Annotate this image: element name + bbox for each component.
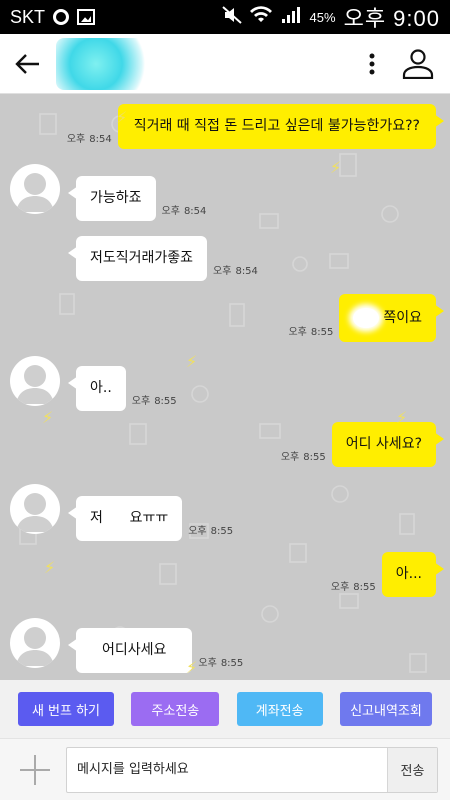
report-history-button[interactable]: 신고내역조회 bbox=[339, 692, 432, 726]
composer: 전송 bbox=[0, 738, 450, 800]
message-bubble: 저 요ㅠㅠ bbox=[67, 496, 183, 541]
message-outgoing[interactable]: 오후 8:55 아... bbox=[325, 552, 445, 597]
message-bubble: 저도직거래가좋죠 bbox=[67, 236, 208, 281]
message-incoming[interactable]: 저도직거래가좋죠 오후 8:54 bbox=[67, 236, 264, 281]
new-bunp-button[interactable]: 새 번프 하기 bbox=[18, 692, 114, 726]
bolt-icon: ⚡ bbox=[42, 408, 54, 427]
default-avatar-icon bbox=[16, 493, 54, 532]
message-input-wrapper: 전송 bbox=[66, 746, 438, 793]
message-time: 오후 8:55 bbox=[280, 451, 326, 463]
message-bubble: 쪽이요 bbox=[339, 294, 444, 342]
back-button[interactable] bbox=[0, 34, 56, 94]
battery-percent: 45% bbox=[309, 9, 336, 25]
bolt-icon: ⚡ bbox=[186, 658, 198, 677]
message-time: 오후 8:54 bbox=[66, 133, 112, 145]
default-avatar-icon bbox=[16, 627, 54, 666]
person-icon bbox=[402, 48, 434, 79]
message-bubble: 아.. bbox=[68, 366, 126, 411]
carrier-label: SKT bbox=[10, 6, 46, 27]
message-input[interactable] bbox=[67, 762, 387, 777]
chat-area[interactable]: 오후 8:54 직거래 때 직접 돈 드리고 싶은데 불가능한가요?? 가능하죠 … bbox=[0, 94, 450, 680]
message-incoming[interactable]: 아.. 오후 8:55 bbox=[68, 366, 183, 411]
message-outgoing[interactable]: 오후 8:55 어디 사세요? bbox=[275, 422, 445, 467]
signal-icon bbox=[280, 6, 302, 29]
message-time: 오후 8:55 bbox=[131, 395, 177, 407]
send-address-button[interactable]: 주소전송 bbox=[131, 692, 220, 726]
message-incoming[interactable]: 가능하죠 오후 8:54 bbox=[68, 176, 212, 221]
status-bar: SKT 45% 오후 9:00 bbox=[0, 0, 450, 34]
message-time: 오후 8:55 bbox=[198, 657, 244, 669]
send-button[interactable]: 전송 bbox=[387, 747, 437, 792]
message-time: 오후 8:54 bbox=[161, 205, 207, 217]
avatar[interactable] bbox=[10, 618, 60, 668]
message-time: 오후 8:54 bbox=[213, 265, 258, 277]
quick-action-bar: 새 번프 하기 주소전송 계좌전송 신고내역조회 bbox=[0, 680, 450, 738]
more-options-button[interactable] bbox=[352, 42, 392, 86]
message-time: 오후 8:55 bbox=[188, 525, 234, 537]
message-time: 오후 8:55 bbox=[288, 327, 334, 338]
bolt-icon: ⚡ bbox=[186, 352, 198, 371]
attach-button[interactable] bbox=[12, 747, 58, 793]
bolt-icon: ⚡ bbox=[116, 108, 128, 127]
wifi-icon bbox=[249, 5, 272, 29]
mute-icon bbox=[221, 5, 242, 29]
default-avatar-icon bbox=[16, 173, 54, 212]
send-account-button[interactable]: 계좌전송 bbox=[236, 692, 323, 726]
message-time: 오후 8:55 bbox=[330, 581, 376, 593]
gallery-icon bbox=[77, 9, 96, 25]
more-vertical-icon bbox=[369, 53, 375, 74]
app-bar bbox=[0, 34, 450, 94]
message-bubble: 아... bbox=[381, 552, 445, 597]
bolt-icon: ⚡ bbox=[330, 158, 342, 177]
default-avatar-icon bbox=[16, 365, 54, 404]
profile-button[interactable] bbox=[398, 42, 438, 86]
message-incoming[interactable]: 어디사세요 오후 8:55 bbox=[67, 628, 249, 673]
bolt-icon: ⚡ bbox=[396, 408, 408, 427]
message-incoming[interactable]: 저 요ㅠㅠ 오후 8:55 bbox=[67, 496, 239, 541]
clock: 오후 9:00 bbox=[343, 6, 440, 31]
avatar[interactable] bbox=[10, 484, 60, 534]
bolt-icon: ⚡ bbox=[44, 558, 56, 577]
chat-partner-avatar bbox=[56, 37, 156, 90]
avatar[interactable] bbox=[10, 356, 60, 406]
message-bubble: 어디 사세요? bbox=[331, 422, 445, 467]
notification-circle-icon bbox=[53, 9, 70, 25]
arrow-left-icon bbox=[15, 53, 39, 74]
plus-icon bbox=[20, 754, 50, 785]
avatar[interactable] bbox=[10, 164, 60, 214]
message-outgoing[interactable]: 오후 8:55 쪽이요 bbox=[282, 294, 444, 342]
message-bubble: 어디사세요 bbox=[67, 628, 193, 673]
redacted-text bbox=[353, 308, 380, 328]
message-bubble: 직거래 때 직접 돈 드리고 싶은데 불가능한가요?? bbox=[117, 104, 445, 149]
message-bubble: 가능하죠 bbox=[68, 176, 156, 221]
